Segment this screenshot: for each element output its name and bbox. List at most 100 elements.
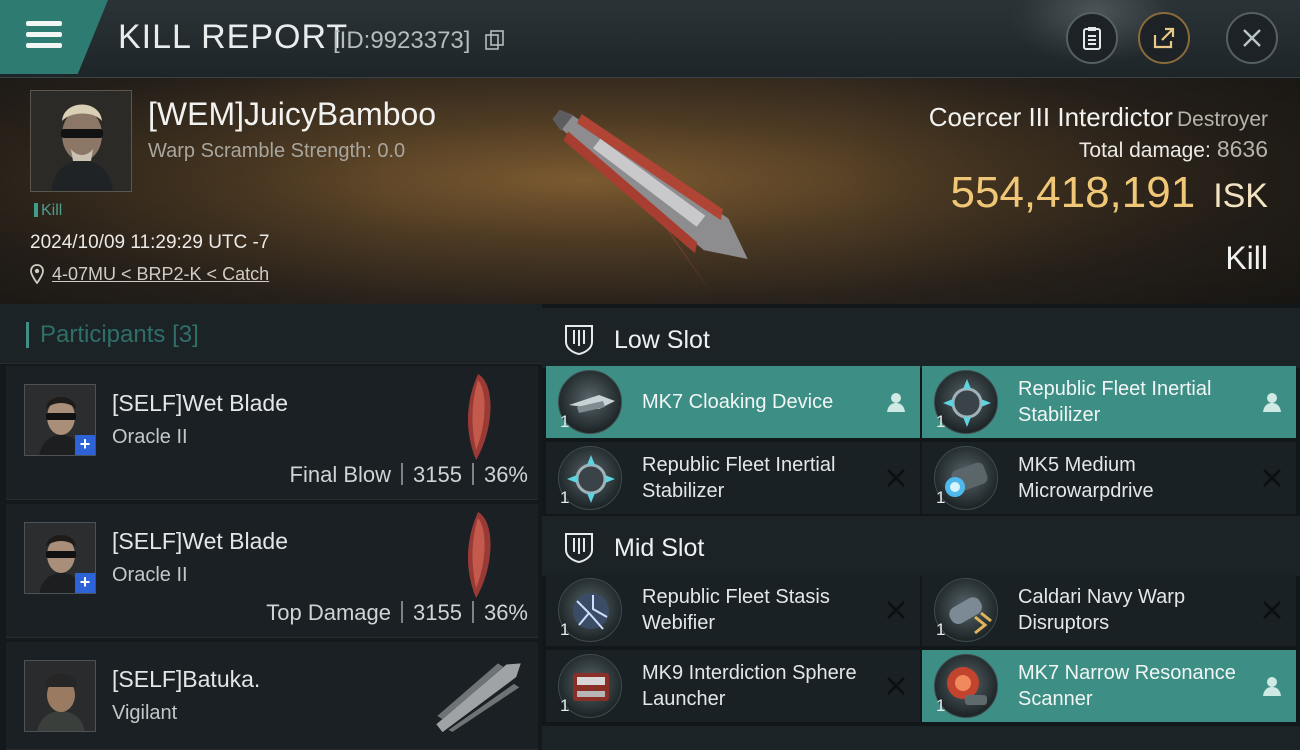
- report-id: [ID:9923373]: [333, 27, 471, 54]
- participant-ship-image: [436, 663, 521, 733]
- participants-title: Participants [3]: [40, 321, 199, 349]
- module-name: Caldari Navy Warp Disruptors: [1018, 586, 1186, 634]
- hamburger-menu-icon: [26, 21, 62, 49]
- destroyed-icon: [887, 469, 905, 487]
- participants-panel[interactable]: Participants [3] + [SELF]Wet Blade Oracl…: [0, 304, 542, 750]
- module-warp-disruptor[interactable]: 1 Caldari Navy Warp Disruptors: [922, 574, 1296, 646]
- close-icon: [1243, 29, 1261, 47]
- participant-stats: Final Blow 3155 36%: [290, 462, 528, 488]
- module-name: MK9 Interdiction Sphere Launcher: [642, 662, 857, 710]
- module-quantity: 1: [560, 620, 570, 639]
- participant-ship: Vigilant: [112, 702, 178, 724]
- low-slot-label: Low Slot: [614, 326, 710, 354]
- isk-value: 554,418,191 ISK: [951, 168, 1269, 218]
- participant-ship-image: [467, 512, 491, 598]
- isk-unit: ISK: [1213, 177, 1268, 215]
- destroyed-icon: [1263, 601, 1281, 619]
- total-damage-label: Total damage:: [1078, 139, 1211, 162]
- module-quantity: 1: [560, 412, 570, 431]
- share-icon: [1153, 27, 1175, 49]
- module-inertial-stabilizer[interactable]: 1 Republic Fleet Inertial Stabilizer: [546, 442, 920, 514]
- divider: [471, 601, 474, 623]
- destroyed-icon: [1263, 469, 1281, 487]
- module-interdiction-sphere-launcher[interactable]: 1 MK9 Interdiction Sphere Launcher: [546, 650, 920, 722]
- module-cloaking-device[interactable]: 1 MK7 Cloaking Device: [546, 366, 920, 438]
- participant-damage: 3155: [413, 600, 462, 625]
- module-quantity: 1: [936, 412, 946, 431]
- participant-stats: Top Damage 3155 36%: [266, 600, 528, 626]
- participant-role: Final Blow: [289, 462, 391, 487]
- location-link[interactable]: 4-07MU < BRP2-K < Catch: [52, 264, 269, 284]
- ship-type-name: Coercer III Interdictor: [928, 102, 1173, 132]
- module-stasis-webifier[interactable]: 1 Republic Fleet Stasis Webifier: [546, 574, 920, 646]
- participant-row[interactable]: + [SELF]Wet Blade Oracle II Top Damage 31…: [6, 504, 538, 638]
- victim-name[interactable]: [WEM]JuicyBamboo: [148, 96, 436, 133]
- avatar: [24, 660, 96, 732]
- victim-ship-image: [552, 109, 748, 294]
- module-quantity: 1: [560, 696, 570, 715]
- copy-icon[interactable]: [484, 29, 506, 51]
- divider: [471, 463, 474, 485]
- participants-header: Participants [3]: [0, 304, 542, 364]
- participant-role: Top Damage: [266, 600, 391, 625]
- module-name: MK7 Narrow Resonance Scanner: [1018, 662, 1236, 710]
- module-name: Republic Fleet Stasis Webifier: [642, 586, 830, 634]
- participant-row[interactable]: + [SELF]Wet Blade Oracle II Final Blow 31…: [6, 366, 538, 500]
- isk-amount: 554,418,191: [950, 168, 1196, 217]
- header-accent-bar: [26, 322, 29, 348]
- destroyed-icon: [887, 677, 905, 695]
- page-title: KILL REPORT: [118, 18, 349, 56]
- participant-name[interactable]: [SELF]Wet Blade: [112, 390, 288, 417]
- menu-button[interactable]: [0, 0, 108, 74]
- mid-slot-header: Mid Slot: [542, 516, 1300, 576]
- divider: [401, 601, 403, 623]
- victim-ship-name[interactable]: Coercer III Interdictor Destroyer: [929, 102, 1268, 133]
- total-damage-value: 8636: [1216, 136, 1268, 162]
- module-quantity: 1: [936, 488, 946, 507]
- module-microwarpdrive[interactable]: 1 MK5 Medium Microwarpdrive: [922, 442, 1296, 514]
- clipboard-icon: [1083, 27, 1101, 50]
- plus-badge: +: [75, 435, 95, 455]
- plus-badge: +: [75, 573, 95, 593]
- total-damage: Total damage: 8636: [1079, 136, 1268, 163]
- participant-percent: 36%: [483, 462, 528, 487]
- module-quantity: 1: [560, 488, 570, 507]
- participants-count: [3]: [172, 321, 199, 348]
- fitting-panel[interactable]: Low Slot 1 MK7 Cloaking Device 1 Republi…: [542, 304, 1300, 750]
- module-quantity: 1: [936, 620, 946, 639]
- participant-row[interactable]: [SELF]Batuka. Vigilant: [6, 642, 538, 750]
- victim-summary: [WEM]JuicyBamboo Warp Scramble Strength:…: [0, 78, 1300, 304]
- divider: [401, 463, 403, 485]
- participant-name[interactable]: [SELF]Wet Blade: [112, 528, 288, 555]
- destroyed-icon: [887, 601, 905, 619]
- pilot-icon: [1263, 393, 1281, 412]
- victim-portrait[interactable]: [30, 90, 132, 192]
- participant-ship: Oracle II: [112, 426, 188, 448]
- next-slot-header-partial: [542, 726, 1300, 750]
- avatar: +: [24, 522, 96, 594]
- module-name: MK5 Medium Microwarpdrive: [1018, 454, 1154, 502]
- mid-slot-label: Mid Slot: [614, 534, 705, 562]
- mid-slot-icon: [565, 533, 593, 564]
- kill-tag: Kill: [34, 202, 62, 220]
- warp-scramble-strength: Warp Scramble Strength: 0.0: [148, 140, 406, 162]
- module-inertial-stabilizer[interactable]: 1 Republic Fleet Inertial Stabilizer: [922, 366, 1296, 438]
- module-name: Republic Fleet Inertial Stabilizer: [1018, 378, 1212, 426]
- kill-location[interactable]: 4-07MU < BRP2-K < Catch: [30, 264, 269, 285]
- module-quantity: 1: [936, 696, 946, 715]
- module-resonance-scanner[interactable]: 1 MK7 Narrow Resonance Scanner: [922, 650, 1296, 722]
- participant-ship: Oracle II: [112, 564, 188, 586]
- avatar: +: [24, 384, 96, 456]
- share-button[interactable]: [1138, 12, 1190, 64]
- kill-result: Kill: [1225, 240, 1268, 276]
- low-slot-icon: [565, 325, 593, 356]
- clipboard-button[interactable]: [1066, 12, 1118, 64]
- close-button[interactable]: [1226, 12, 1278, 64]
- pilot-icon: [887, 393, 905, 412]
- participants-label: Participants: [40, 321, 166, 348]
- participant-name[interactable]: [SELF]Batuka.: [112, 666, 260, 693]
- participant-percent: 36%: [483, 600, 528, 625]
- module-name: MK7 Cloaking Device: [642, 391, 834, 413]
- participant-ship-image: [467, 374, 491, 460]
- pilot-icon: [1263, 677, 1281, 696]
